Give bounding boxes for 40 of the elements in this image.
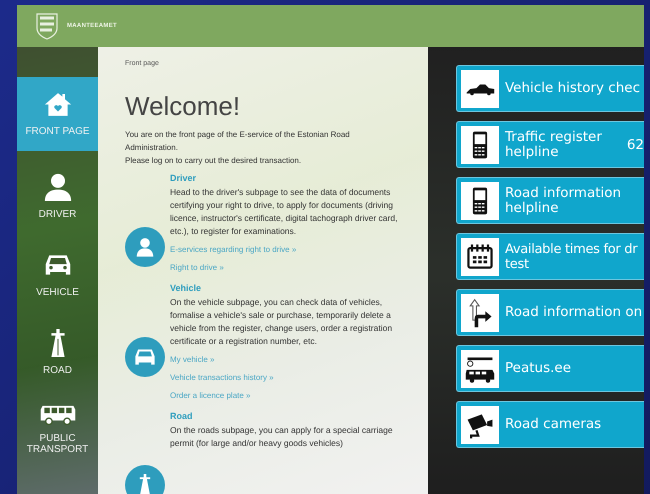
section-link[interactable]: Vehicle transactions history » bbox=[170, 371, 274, 384]
section-text: On the vehicle subpage, you can check data of vehicles, formalise a vehicle's sale or purchase, temporarily delete a vehicle from the register, change users, order a registration certificate or a registration number, etc. bbox=[170, 296, 394, 348]
bus-icon bbox=[38, 405, 78, 425]
bus-stop-icon bbox=[461, 350, 499, 388]
section-title: Road bbox=[170, 411, 194, 421]
service-tile[interactable]: Peatus.ee bbox=[456, 345, 644, 392]
section-link[interactable]: My vehicle » bbox=[170, 353, 214, 366]
intro-text: Please log on to carry out the desired transaction. bbox=[125, 155, 302, 167]
section-link[interactable]: Order a licence plate » bbox=[170, 389, 250, 402]
section-title: Vehicle bbox=[170, 283, 202, 293]
road-icon bbox=[125, 465, 165, 494]
person-icon bbox=[125, 227, 165, 267]
phone-icon bbox=[461, 182, 499, 220]
service-tile[interactable]: Available times for dr test bbox=[456, 233, 644, 280]
person-icon bbox=[44, 172, 72, 200]
section-text: On the roads subpage, you can apply for a special carriage permit (for large and/or heavy goods vehicles) bbox=[170, 424, 394, 450]
section-link[interactable]: E-services regarding right to drive » bbox=[170, 243, 296, 256]
car-icon bbox=[125, 337, 165, 377]
crest-logo-icon[interactable] bbox=[35, 12, 59, 40]
section-title: Driver bbox=[170, 173, 198, 183]
camera-icon bbox=[461, 406, 499, 444]
intro-text: You are on the front page of the E-service of the Estonian Road Administration. bbox=[125, 129, 351, 154]
service-tile[interactable]: Traffic register helpline 62 bbox=[456, 121, 644, 168]
service-tile[interactable]: Vehicle history chec bbox=[456, 65, 644, 112]
service-tile[interactable]: Road information on bbox=[456, 289, 644, 336]
sidebar-item[interactable]: DRIVER bbox=[17, 157, 98, 235]
home-icon bbox=[44, 91, 72, 118]
sidebar-item[interactable]: FRONT PAGE bbox=[17, 77, 98, 151]
service-tile[interactable]: Road information helpline bbox=[456, 177, 644, 224]
phone-icon bbox=[461, 126, 499, 164]
sidebar-item[interactable]: PUBLIC TRANSPORT bbox=[17, 391, 98, 469]
phone-number: 62 bbox=[626, 136, 644, 152]
sidebar-item[interactable]: VEHICLE bbox=[17, 235, 98, 313]
calendar-icon bbox=[461, 238, 499, 276]
section-link[interactable]: Right to drive » bbox=[170, 261, 224, 274]
service-tile[interactable]: Road cameras bbox=[456, 401, 644, 448]
sidebar-item[interactable]: ROAD bbox=[17, 313, 98, 391]
page-title: Welcome! bbox=[125, 91, 242, 122]
section-text: Head to the driver's subpage to see the data of documents certifying your right to drive, to apply for documents (driving licence, instructor's certificate, digital tachograph driver card, etc.), to register for examinations. bbox=[170, 186, 398, 238]
car-icon bbox=[461, 70, 499, 108]
